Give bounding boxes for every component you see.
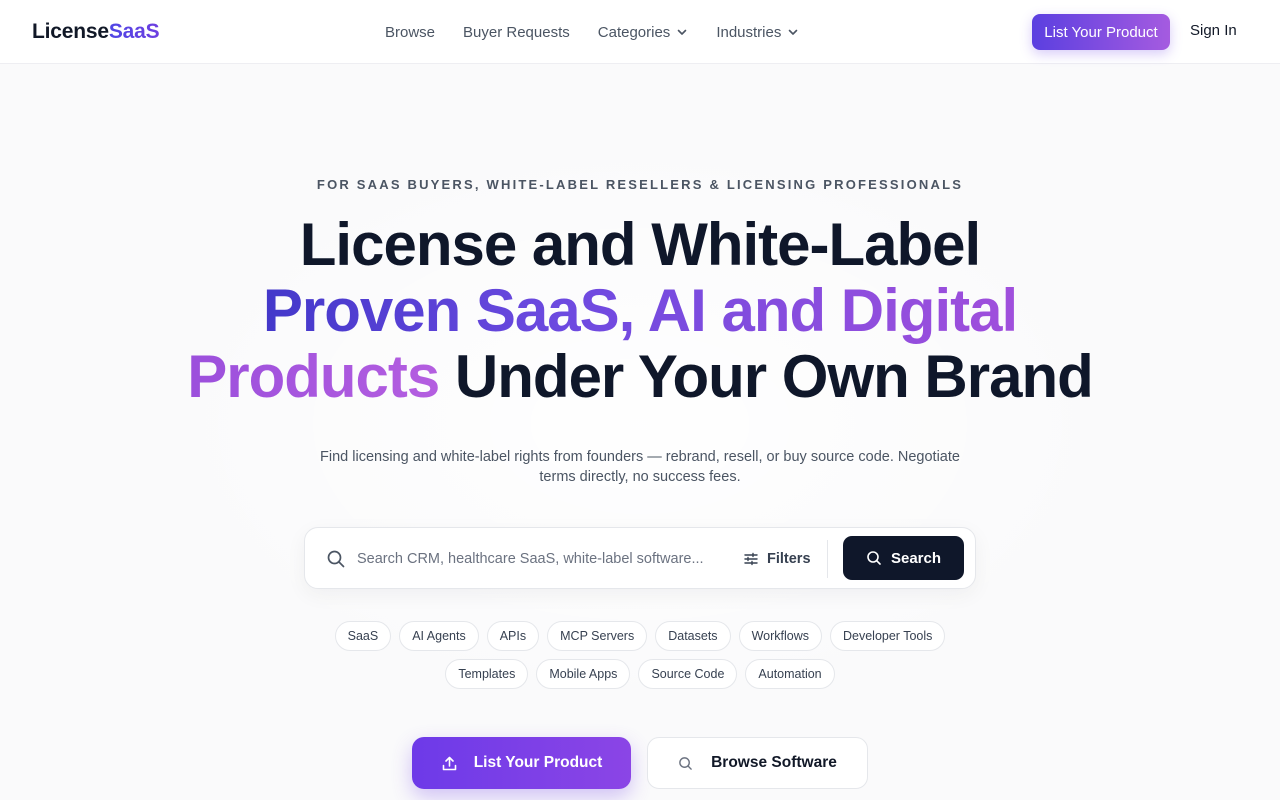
list-product-cta-label: List Your Product (473, 754, 603, 771)
nav-item-industries[interactable]: Industries (716, 24, 799, 41)
headline-line1: License and White-Label (299, 211, 981, 278)
nav-item-buyer-requests[interactable]: Buyer Requests (463, 24, 570, 41)
search-icon (326, 549, 346, 574)
brand-logo[interactable]: LicenseSaaS (32, 20, 160, 44)
chip-datasets[interactable]: Datasets (655, 621, 731, 651)
search-input[interactable] (357, 544, 727, 574)
chip-ai-agents[interactable]: AI Agents (399, 621, 479, 651)
search-button[interactable]: Search (843, 536, 964, 580)
browse-software-button[interactable]: Browse Software (647, 737, 868, 789)
hero-subtext: Find licensing and white-label rights fr… (320, 449, 960, 485)
headline-line3-highlight: Products (187, 343, 440, 410)
list-product-cta-button[interactable]: List Your Product (412, 737, 631, 789)
chip-mobile-apps[interactable]: Mobile Apps (536, 659, 631, 689)
category-chips-row-1: SaaS AI Agents APIs MCP Servers Datasets… (0, 621, 1280, 651)
upload-icon (442, 756, 456, 770)
main-nav: Browse Buyer Requests Categories Industr… (385, 0, 827, 64)
chevron-down-icon (787, 26, 799, 38)
hero-eyebrow: FOR SAAS BUYERS, WHITE-LABEL RESELLERS &… (316, 177, 964, 192)
list-product-button[interactable]: List Your Product (1032, 14, 1170, 50)
sign-in-link[interactable]: Sign In (1190, 22, 1237, 39)
chevron-down-icon (676, 26, 688, 38)
sliders-icon (744, 552, 758, 566)
top-navbar: LicenseSaaS Browse Buyer Requests Catego… (0, 0, 1280, 64)
chip-mcp-servers[interactable]: MCP Servers (547, 621, 648, 651)
category-chips-row-2: Templates Mobile Apps Source Code Automa… (0, 659, 1280, 689)
chip-automation[interactable]: Automation (745, 659, 835, 689)
headline-line2: Proven SaaS, AI and Digital (262, 277, 1018, 344)
chip-saas[interactable]: SaaS (334, 621, 392, 651)
search-divider (827, 540, 828, 578)
chip-workflows[interactable]: Workflows (738, 621, 822, 651)
filters-label: Filters (767, 551, 811, 567)
hero-headline: License and White-Label Proven SaaS, AI … (0, 212, 1280, 410)
nav-item-label: Buyer Requests (463, 23, 570, 41)
chip-apis[interactable]: APIs (486, 621, 540, 651)
headline-line3-rest: Under Your Own Brand (439, 343, 1094, 410)
nav-item-label: Categories (597, 23, 671, 41)
chip-developer-tools[interactable]: Developer Tools (829, 621, 946, 651)
nav-item-categories[interactable]: Categories (598, 24, 689, 41)
brand-name-part1: License (32, 20, 109, 43)
brand-name-part2: SaaS (108, 20, 160, 43)
browse-software-label: Browse Software (711, 754, 837, 771)
nav-item-label: Browse (385, 23, 436, 41)
search-bar: Filters Search (304, 527, 976, 589)
hero-background (0, 64, 1280, 800)
filters-button[interactable]: Filters (743, 544, 811, 574)
nav-item-browse[interactable]: Browse (385, 24, 435, 41)
nav-item-label: Industries (716, 23, 782, 41)
search-icon (867, 551, 881, 565)
search-button-label: Search (890, 549, 942, 567)
search-icon (679, 756, 692, 770)
chip-templates[interactable]: Templates (445, 659, 529, 689)
chip-source-code[interactable]: Source Code (638, 659, 738, 689)
